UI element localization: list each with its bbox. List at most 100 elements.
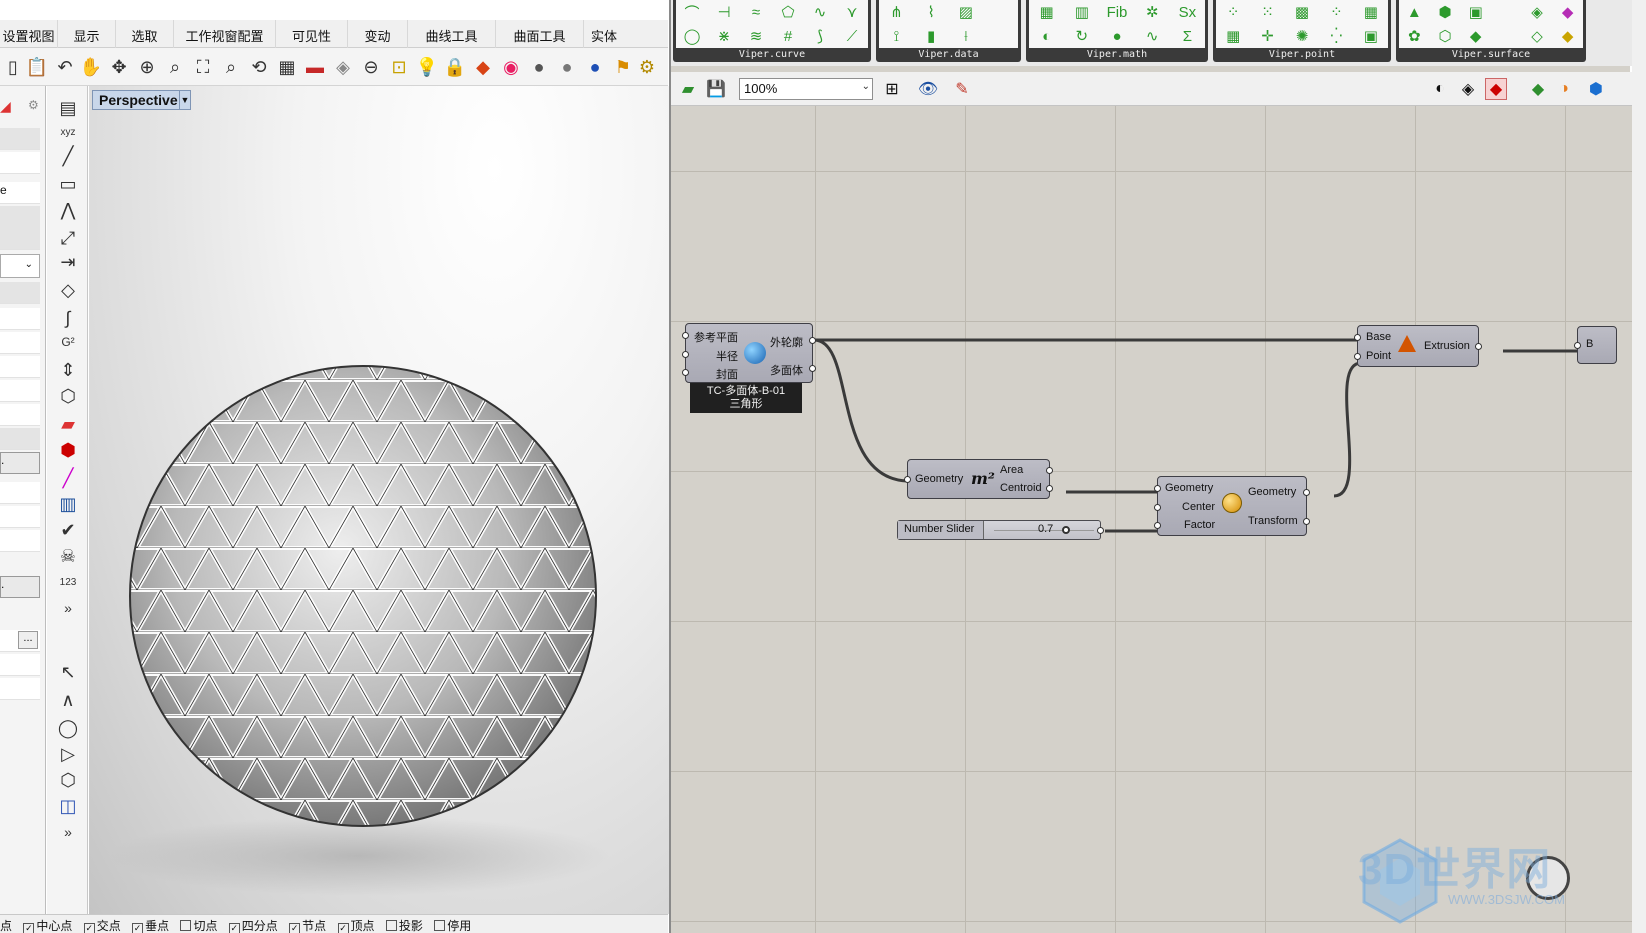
polyline-tool-icon[interactable]: ∧ [56, 688, 80, 712]
material-sphere-icon[interactable]: ● [584, 56, 606, 78]
output-grip[interactable] [809, 337, 816, 344]
lock-icon[interactable]: 🔒 [444, 56, 466, 78]
tab-viewport-layout[interactable]: 工作视窗配置 [174, 20, 276, 48]
continuity-icon[interactable]: G² [56, 330, 80, 354]
perspective-viewport[interactable]: Perspective ▼ [89, 86, 669, 914]
color-wheel-icon[interactable]: ◉ [500, 56, 522, 78]
panel-row[interactable] [0, 506, 40, 528]
surface-icon[interactable]: ⬡ [56, 384, 80, 408]
browse-button[interactable]: ... [18, 631, 38, 649]
slider-handle[interactable] [1062, 526, 1070, 534]
input-grip[interactable] [682, 332, 689, 339]
osnap-project[interactable]: 投影 [385, 917, 423, 933]
input-grip[interactable] [1574, 342, 1581, 349]
shaded-sphere-icon[interactable]: ● [528, 56, 550, 78]
output-grip[interactable] [1097, 527, 1104, 534]
zoom-extents-icon[interactable]: ⊞ [881, 78, 903, 100]
rainbow-surface-icon[interactable]: ▰ [56, 412, 80, 436]
cluster-polyhedron-component[interactable]: 参考平面 半径 封面 外轮廓 多面体 [682, 323, 816, 383]
tab-curve-tools[interactable]: 曲线工具 [408, 20, 496, 48]
curve-icon[interactable]: ∫ [56, 306, 80, 330]
panel-row[interactable] [0, 530, 40, 552]
new-file-icon[interactable]: ▯ [2, 56, 24, 78]
four-viewports-icon[interactable]: ▦ [276, 56, 298, 78]
zoom-dropdown[interactable]: 100% ⌄ [739, 78, 873, 100]
flag-icon[interactable]: ⚑ [612, 56, 634, 78]
grid-snap-icon[interactable]: ⊖ [360, 56, 382, 78]
named-view-icon[interactable]: ▬ [304, 56, 326, 78]
gear-tools-icon[interactable]: ⚙ [636, 56, 658, 78]
osnap-tangent[interactable]: 切点 [180, 917, 217, 933]
extrude-point-component[interactable]: Base Point Extrusion [1354, 325, 1482, 367]
line-icon[interactable]: ╱ [56, 144, 80, 168]
circle-icon[interactable]: ◯ [56, 716, 80, 740]
surface-patch-icon[interactable]: ◫ [56, 794, 80, 818]
preview-mode-icon[interactable]: ◐ [1429, 78, 1451, 100]
osnap-quadrant[interactable]: ✓ 四分点 [228, 917, 278, 933]
output-grip[interactable] [1046, 467, 1053, 474]
number-slider[interactable]: Number Slider 0.7 [897, 520, 1104, 540]
layer-icon[interactable]: ◆ [472, 56, 494, 78]
input-grip[interactable] [1354, 334, 1361, 341]
partial-next-component[interactable]: B [1574, 326, 1617, 364]
tab-display[interactable]: 显示 [58, 20, 116, 48]
polygon-icon[interactable]: ⬡ [56, 768, 80, 792]
zoom-extents-icon[interactable]: ⛶ [192, 56, 214, 78]
panel-row[interactable] [0, 308, 40, 330]
output-grip[interactable] [1475, 343, 1482, 350]
more-tools-icon[interactable]: » [56, 596, 80, 620]
input-grip[interactable] [682, 351, 689, 358]
panel-row[interactable] [0, 152, 40, 174]
gh-canvas[interactable]: 参考平面 半径 封面 外轮廓 多面体 TC-多面体-B-01 三角形 Geome… [671, 106, 1632, 933]
selected-preview-icon[interactable]: ◆ [1527, 78, 1549, 100]
panel-row[interactable] [0, 128, 40, 150]
osnap-vertex[interactable]: ✓ 顶点 [337, 917, 375, 933]
rendered-sphere-icon[interactable]: ● [556, 56, 578, 78]
input-grip[interactable] [1154, 504, 1161, 511]
cplane-icon[interactable]: ◈ [332, 56, 354, 78]
scale-component[interactable]: Geometry Center Factor Geometry Transfor… [1154, 476, 1310, 536]
pan-hand-icon[interactable]: ✋ [80, 56, 102, 78]
output-grip[interactable] [1303, 518, 1310, 525]
light-bulb-icon[interactable]: 💡 [416, 56, 438, 78]
tab-set-view[interactable]: 设置视图 [0, 20, 58, 48]
scale-icon[interactable]: ⤢ [56, 226, 80, 250]
skull-icon[interactable]: ☠ [56, 544, 80, 568]
rectangle-icon[interactable]: ▭ [56, 172, 80, 196]
panel-row[interactable] [0, 404, 40, 426]
panel-row[interactable] [0, 282, 40, 304]
mirror-icon[interactable]: ⇕ [56, 358, 80, 382]
zoom-in-icon[interactable]: ⊕ [136, 56, 158, 78]
save-file-icon[interactable]: 💾 [705, 78, 727, 100]
coordinates-icon[interactable]: xyz [56, 120, 80, 144]
open-file-icon[interactable]: ▰ [677, 78, 699, 100]
panel-row[interactable] [0, 380, 40, 402]
input-grip[interactable] [904, 476, 911, 483]
gh-vertical-scrollbar[interactable] [1632, 0, 1646, 933]
zoom-window-icon[interactable]: ⌕ [164, 56, 186, 78]
extend-icon[interactable]: ⇥ [56, 250, 80, 274]
panel-button[interactable]: . [0, 576, 40, 598]
tab-select[interactable]: 选取 [116, 20, 174, 48]
panel-button[interactable]: . [0, 452, 40, 474]
area-component[interactable]: Geometry m² Area Centroid [904, 459, 1053, 499]
checkmark-icon[interactable]: ✔ [56, 518, 80, 542]
rotate-view-icon[interactable]: ⟲ [248, 56, 270, 78]
settings-gear-icon[interactable]: ⚙ [28, 98, 39, 112]
counter-icon[interactable]: 123 [56, 570, 80, 594]
document-preview-icon[interactable]: ⬢ [1585, 78, 1607, 100]
input-grip[interactable] [1154, 485, 1161, 492]
select-arrow-icon[interactable]: ↖ [56, 660, 80, 684]
material-preview-icon[interactable]: ◑ [1553, 78, 1575, 100]
sketch-pen-icon[interactable]: ✎ [951, 78, 973, 100]
wireframe-icon[interactable]: ◈ [1457, 78, 1479, 100]
osnap-point[interactable]: 点 [0, 917, 12, 933]
more-tools-icon[interactable]: » [56, 820, 80, 844]
panel-row[interactable] [0, 654, 40, 676]
tab-visibility[interactable]: 可见性 [276, 20, 348, 48]
grid-plane-icon[interactable]: ▤ [56, 96, 80, 120]
move-view-icon[interactable]: ✥ [108, 56, 130, 78]
preview-eye-icon[interactable]: 👁 [917, 78, 939, 100]
solid-box-icon[interactable]: ⬢ [56, 438, 80, 462]
panel-row[interactable] [0, 428, 40, 450]
